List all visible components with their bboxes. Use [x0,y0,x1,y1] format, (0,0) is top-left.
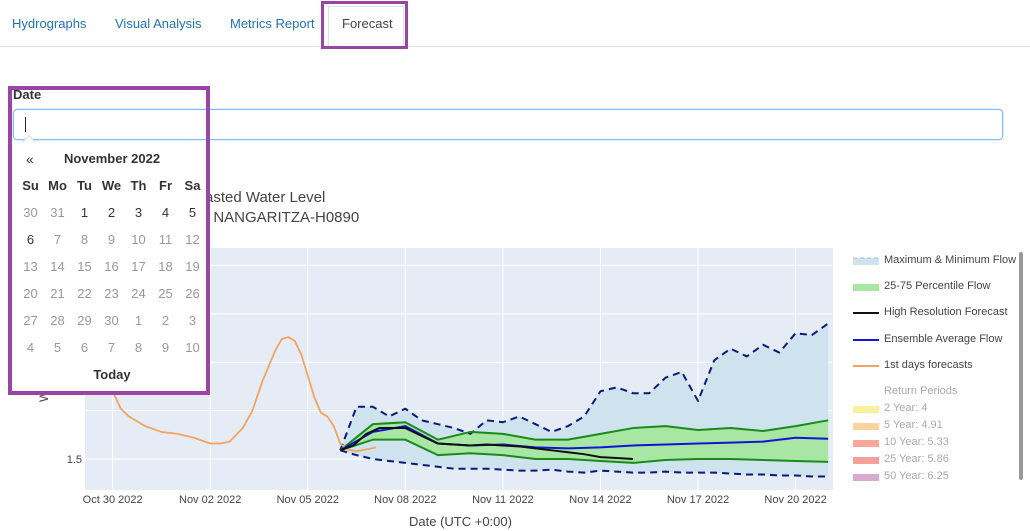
calendar-day[interactable]: 5 [179,205,206,220]
calendar-day[interactable]: 15 [71,259,98,274]
calendar-day[interactable]: 3 [179,313,206,328]
calendar-day[interactable]: 13 [17,259,44,274]
return-periods-title: Return Periods [884,385,958,397]
calendar-day[interactable]: 26 [179,286,206,301]
return-period-item[interactable]: 25 Year: 5.86 [884,453,949,465]
calendar-day[interactable]: 8 [125,340,152,355]
calendar-day[interactable]: 2 [152,313,179,328]
calendar-day[interactable]: 18 [152,259,179,274]
calendar-day[interactable]: 30 [17,205,44,220]
calendar-day[interactable]: 20 [17,286,44,301]
calendar-day[interactable]: 1 [125,313,152,328]
calendar-day[interactable]: 1 [71,205,98,220]
today-button[interactable]: Today [80,367,144,382]
calendar-day[interactable]: 16 [98,259,125,274]
x-tick-label: Nov 02 2022 [179,494,241,506]
calendar-day[interactable]: 22 [71,286,98,301]
calendar-day[interactable]: 10 [179,340,206,355]
calendar-day[interactable]: 7 [44,232,71,247]
calendar-day[interactable]: 19 [179,259,206,274]
datepicker-arrow [22,136,36,143]
return-period-item[interactable]: 10 Year: 5.33 [884,436,949,448]
x-tick-label: Nov 17 2022 [667,494,729,506]
weekday-header: Fr [159,178,172,193]
legend-item[interactable]: Ensemble Average Flow [884,333,1002,345]
x-tick-label: Nov 11 2022 [472,494,534,506]
calendar-day[interactable]: 6 [17,232,44,247]
weekday-header: We [101,178,122,193]
text-caret [25,117,26,132]
calendar-day[interactable]: 11 [152,232,179,247]
datepicker-month-title[interactable]: November 2022 [40,151,184,166]
weekday-header: Th [130,178,147,193]
legend-item[interactable]: Maximum & Minimum Flow [884,254,1016,266]
return-period-item[interactable]: 5 Year: 4.91 [884,419,943,431]
calendar-day[interactable]: 28 [44,313,71,328]
calendar-day[interactable]: 9 [98,232,125,247]
legend-item[interactable]: 25-75 Percentile Flow [884,280,990,292]
calendar-day[interactable]: 6 [71,340,98,355]
x-tick-label: Oct 30 2022 [83,494,143,506]
weekday-header: Sa [184,178,201,193]
calendar-day[interactable]: 17 [125,259,152,274]
calendar-day[interactable]: 2 [98,205,125,220]
calendar-day[interactable]: 23 [98,286,125,301]
calendar-day[interactable]: 31 [44,205,71,220]
calendar-day[interactable]: 8 [71,232,98,247]
x-axis-title: Date (UTC +0:00) [409,514,512,529]
calendar-day[interactable]: 29 [71,313,98,328]
x-tick-label: Nov 14 2022 [569,494,631,506]
calendar-day[interactable]: 21 [44,286,71,301]
date-label: Date [13,87,42,102]
calendar-day[interactable]: 4 [152,205,179,220]
calendar-day[interactable]: 30 [98,313,125,328]
weekday-header: Mo [48,178,67,193]
x-tick-label: Nov 08 2022 [374,494,436,506]
calendar-day[interactable]: 27 [17,313,44,328]
calendar-day[interactable]: 9 [152,340,179,355]
calendar-day[interactable]: 25 [152,286,179,301]
return-period-item[interactable]: 2 Year: 4 [884,402,927,414]
date-input[interactable] [13,109,1003,140]
calendar-day[interactable]: 10 [125,232,152,247]
return-period-item[interactable]: 50 Year: 6.25 [884,470,949,482]
prev-month-button[interactable]: « [26,151,34,167]
calendar-day[interactable]: 24 [125,286,152,301]
calendar-day[interactable]: 12 [179,232,206,247]
x-tick-label: Nov 05 2022 [277,494,339,506]
chart-title: asted Water Level [205,189,326,206]
weekday-header: Su [22,178,39,193]
calendar-day[interactable]: 4 [17,340,44,355]
legend-item[interactable]: 1st days forecasts [884,359,973,371]
legend-item[interactable]: High Resolution Forecast [884,306,1008,318]
legend-scrollbar[interactable] [1019,252,1023,480]
x-tick-label: Nov 20 2022 [764,494,826,506]
chart-subtitle: . NANGARITZA-H0890 [205,209,360,226]
calendar-day[interactable]: 14 [44,259,71,274]
y-tick-label: 1.5 [67,454,82,466]
weekday-header: Tu [77,178,92,193]
calendar-day[interactable]: 5 [44,340,71,355]
calendar-day[interactable]: 7 [98,340,125,355]
calendar-day[interactable]: 3 [125,205,152,220]
